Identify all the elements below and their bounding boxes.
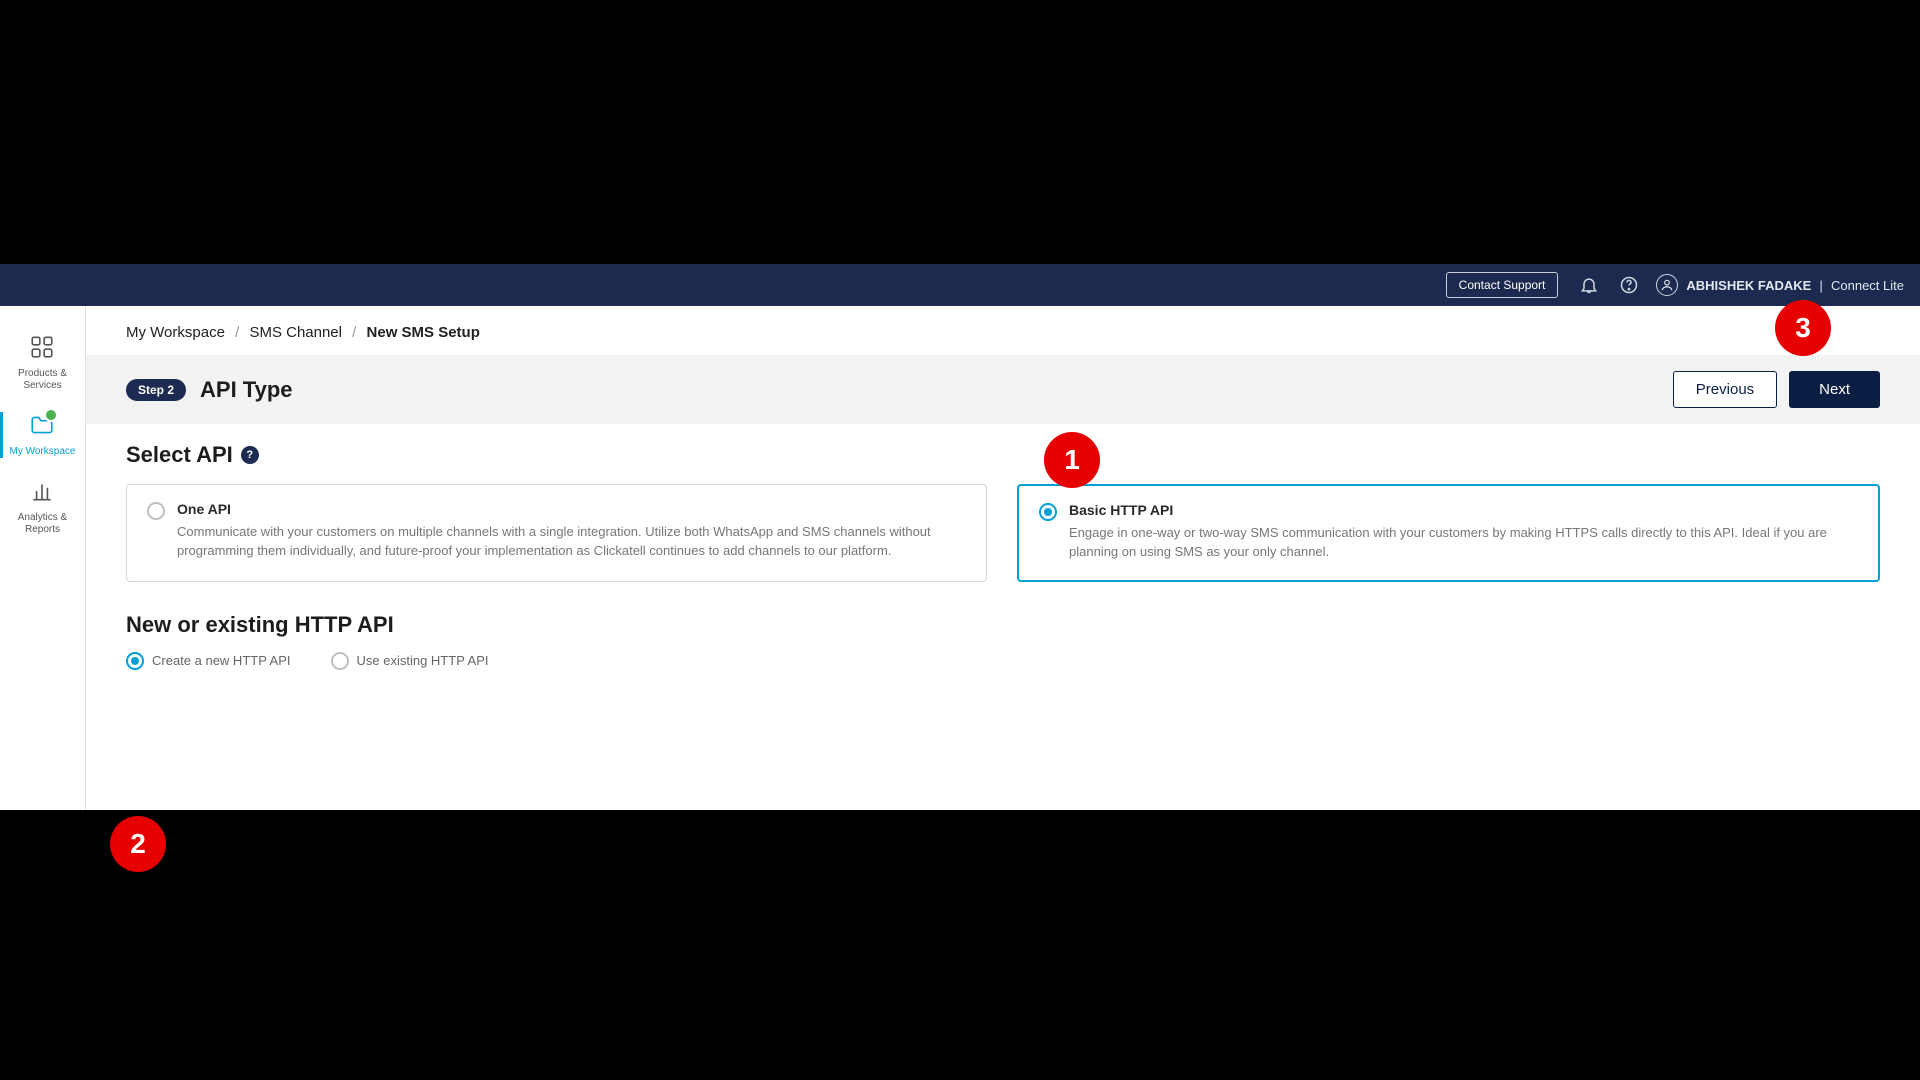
breadcrumb-link-sms-channel[interactable]: SMS Channel (249, 324, 342, 341)
section-heading-label: Select API (126, 442, 233, 468)
radio-label: Use existing HTTP API (357, 653, 489, 668)
plan-label: Connect Lite (1831, 278, 1904, 293)
step-bar: Step 2 API Type Previous Next (86, 355, 1920, 424)
card-description: Communicate with your customers on multi… (177, 523, 966, 561)
main-content: My Workspace / SMS Channel / New SMS Set… (86, 306, 1920, 810)
username-label: ABHISHEK FADAKE (1686, 278, 1811, 293)
sidebar-item-label: Analytics & Reports (4, 512, 81, 536)
breadcrumb-link-workspace[interactable]: My Workspace (126, 324, 225, 341)
radio-icon (331, 652, 349, 670)
contact-support-button[interactable]: Contact Support (1446, 272, 1559, 298)
chart-icon (29, 478, 57, 506)
folder-icon (29, 412, 57, 440)
card-description: Engage in one-way or two-way SMS communi… (1069, 524, 1858, 562)
sidebar-item-products[interactable]: Products & Services (0, 324, 85, 402)
radio-use-existing-http[interactable]: Use existing HTTP API (331, 652, 489, 670)
radio-label: Create a new HTTP API (152, 653, 291, 668)
topbar: Contact Support (0, 264, 1920, 306)
radio-icon (1039, 503, 1057, 521)
api-card-basic-http[interactable]: Basic HTTP API Engage in one-way or two-… (1017, 484, 1880, 582)
user-menu[interactable]: ABHISHEK FADAKE | Connect Lite (1656, 274, 1904, 296)
previous-button[interactable]: Previous (1673, 371, 1777, 408)
card-title: One API (177, 501, 966, 517)
avatar-icon (1656, 274, 1678, 296)
user-divider: | (1819, 278, 1823, 293)
content-area: Select API ? One API Communicate with yo… (86, 424, 1920, 688)
step-pill: Step 2 (126, 379, 186, 401)
sidebar: Products & Services My Workspace Analyti… (0, 306, 86, 810)
breadcrumb-sep: / (352, 324, 356, 341)
question-icon: ? (246, 449, 253, 461)
api-cards: One API Communicate with your customers … (126, 484, 1880, 582)
sidebar-item-workspace[interactable]: My Workspace (0, 402, 85, 468)
badge-icon (44, 408, 58, 422)
breadcrumb-current: New SMS Setup (367, 324, 480, 341)
breadcrumb-sep: / (235, 324, 239, 341)
grid-icon (29, 334, 57, 362)
sidebar-item-label: My Workspace (10, 446, 76, 458)
breadcrumb: My Workspace / SMS Channel / New SMS Set… (86, 306, 1920, 355)
api-card-one-api[interactable]: One API Communicate with your customers … (126, 484, 987, 582)
help-button[interactable] (1616, 272, 1642, 298)
radio-icon (147, 502, 165, 520)
section-heading-select-api: Select API ? (126, 442, 1880, 468)
card-title: Basic HTTP API (1069, 502, 1858, 518)
radio-create-new-http[interactable]: Create a new HTTP API (126, 652, 291, 670)
tooltip-button[interactable]: ? (241, 446, 259, 464)
letterbox-top (0, 0, 1920, 264)
bell-icon (1579, 275, 1599, 295)
http-choice-row: Create a new HTTP API Use existing HTTP … (126, 652, 1880, 670)
radio-icon (126, 652, 144, 670)
brand-logo[interactable] (16, 268, 50, 302)
help-icon (1619, 275, 1639, 295)
next-button[interactable]: Next (1789, 371, 1880, 408)
page-title: API Type (200, 377, 1673, 403)
notifications-button[interactable] (1576, 272, 1602, 298)
app-window: Contact Support (0, 264, 1920, 810)
section-heading-http-choice: New or existing HTTP API (126, 612, 1880, 638)
sidebar-item-analytics[interactable]: Analytics & Reports (0, 468, 85, 546)
letterbox-bottom (0, 810, 1920, 1080)
sidebar-item-label: Products & Services (4, 368, 81, 392)
